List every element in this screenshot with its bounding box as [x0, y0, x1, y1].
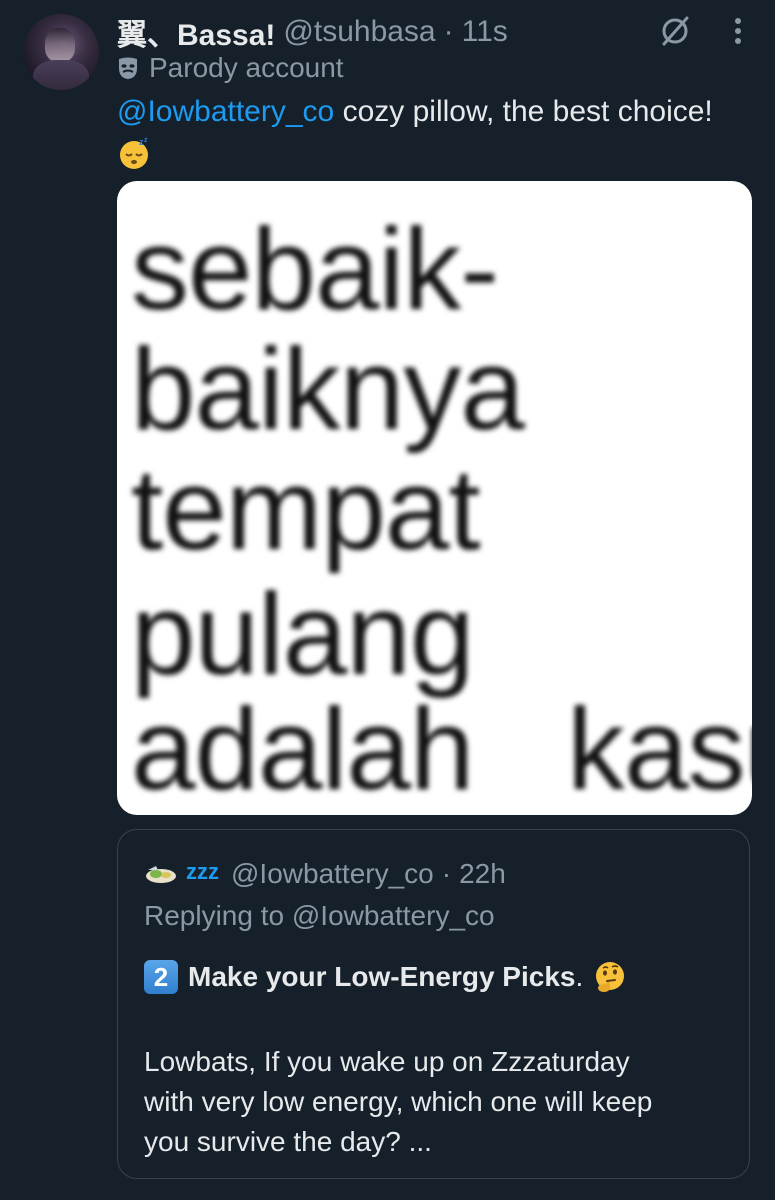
- image-text-line: baiknya: [131, 324, 525, 454]
- image-text-line: pulang: [131, 569, 474, 699]
- quoted-handle[interactable]: @Iowbattery_co: [231, 858, 434, 890]
- mention-link[interactable]: @Iowbattery_co: [117, 95, 334, 128]
- separator-dot: ·: [443, 15, 454, 48]
- quoted-tweet[interactable]: zzz @Iowbattery_co · 22h Replying to @Io…: [117, 829, 750, 1179]
- image-text-line: tempat: [131, 444, 481, 574]
- parody-label-text: Parody account: [149, 52, 344, 83]
- quoted-body: Lowbats, If you wake up on Zzzaturday wi…: [144, 1042, 734, 1162]
- handle[interactable]: @tsuhbasa: [283, 15, 435, 49]
- avatar[interactable]: [23, 14, 99, 90]
- avatar-face: [45, 28, 75, 62]
- quoted-body-line: you survive the day? ...: [144, 1126, 432, 1157]
- quoted-body-line: Lowbats, If you wake up on Zzzaturday: [144, 1046, 630, 1077]
- image-text-line: adalah kasur: [131, 684, 752, 814]
- quoted-title-text: Make your Low-Energy Picks: [188, 961, 576, 992]
- replying-to: Replying to @Iowbattery_co: [144, 900, 495, 931]
- avatar-body: [33, 60, 89, 90]
- display-name[interactable]: 翼、Bassa!: [117, 10, 275, 54]
- keycap-icon: 2: [144, 960, 178, 994]
- quoted-avatar-icon[interactable]: [144, 862, 178, 886]
- svg-text:z: z: [144, 137, 148, 144]
- tweet-header: 翼、Bassa! @tsuhbasa · 11s: [117, 12, 508, 52]
- quoted-title: 2 Make your Low-Energy Picks.: [144, 960, 627, 994]
- zzz-icon: zzz: [186, 859, 219, 884]
- thinking-face-emoji-icon: [596, 962, 625, 992]
- quoted-tweet-header: zzz @Iowbattery_co · 22h: [144, 854, 506, 894]
- tweet-text: @Iowbattery_co cozy pillow, the best cho…: [117, 92, 757, 172]
- grok-icon[interactable]: [660, 14, 690, 48]
- more-options-icon[interactable]: [728, 16, 748, 46]
- tweet[interactable]: 翼、Bassa! @tsuhbasa · 11s Parody account …: [0, 0, 775, 1200]
- sleeping-face-emoji-icon: z z: [120, 137, 148, 170]
- parody-label: Parody account: [117, 50, 344, 86]
- mask-icon: [119, 57, 137, 79]
- quoted-title-end: .: [575, 961, 584, 992]
- tweet-body: cozy pillow, the best choice!: [334, 95, 713, 128]
- quoted-timestamp[interactable]: 22h: [459, 858, 506, 890]
- image-text-line: sebaik-: [131, 204, 499, 334]
- separator-dot: ·: [441, 858, 452, 889]
- attached-image[interactable]: sebaik- baiknya tempat pulang adalah kas…: [117, 181, 752, 815]
- timestamp[interactable]: 11s: [462, 15, 508, 49]
- quoted-body-line: with very low energy, which one will kee…: [144, 1086, 653, 1117]
